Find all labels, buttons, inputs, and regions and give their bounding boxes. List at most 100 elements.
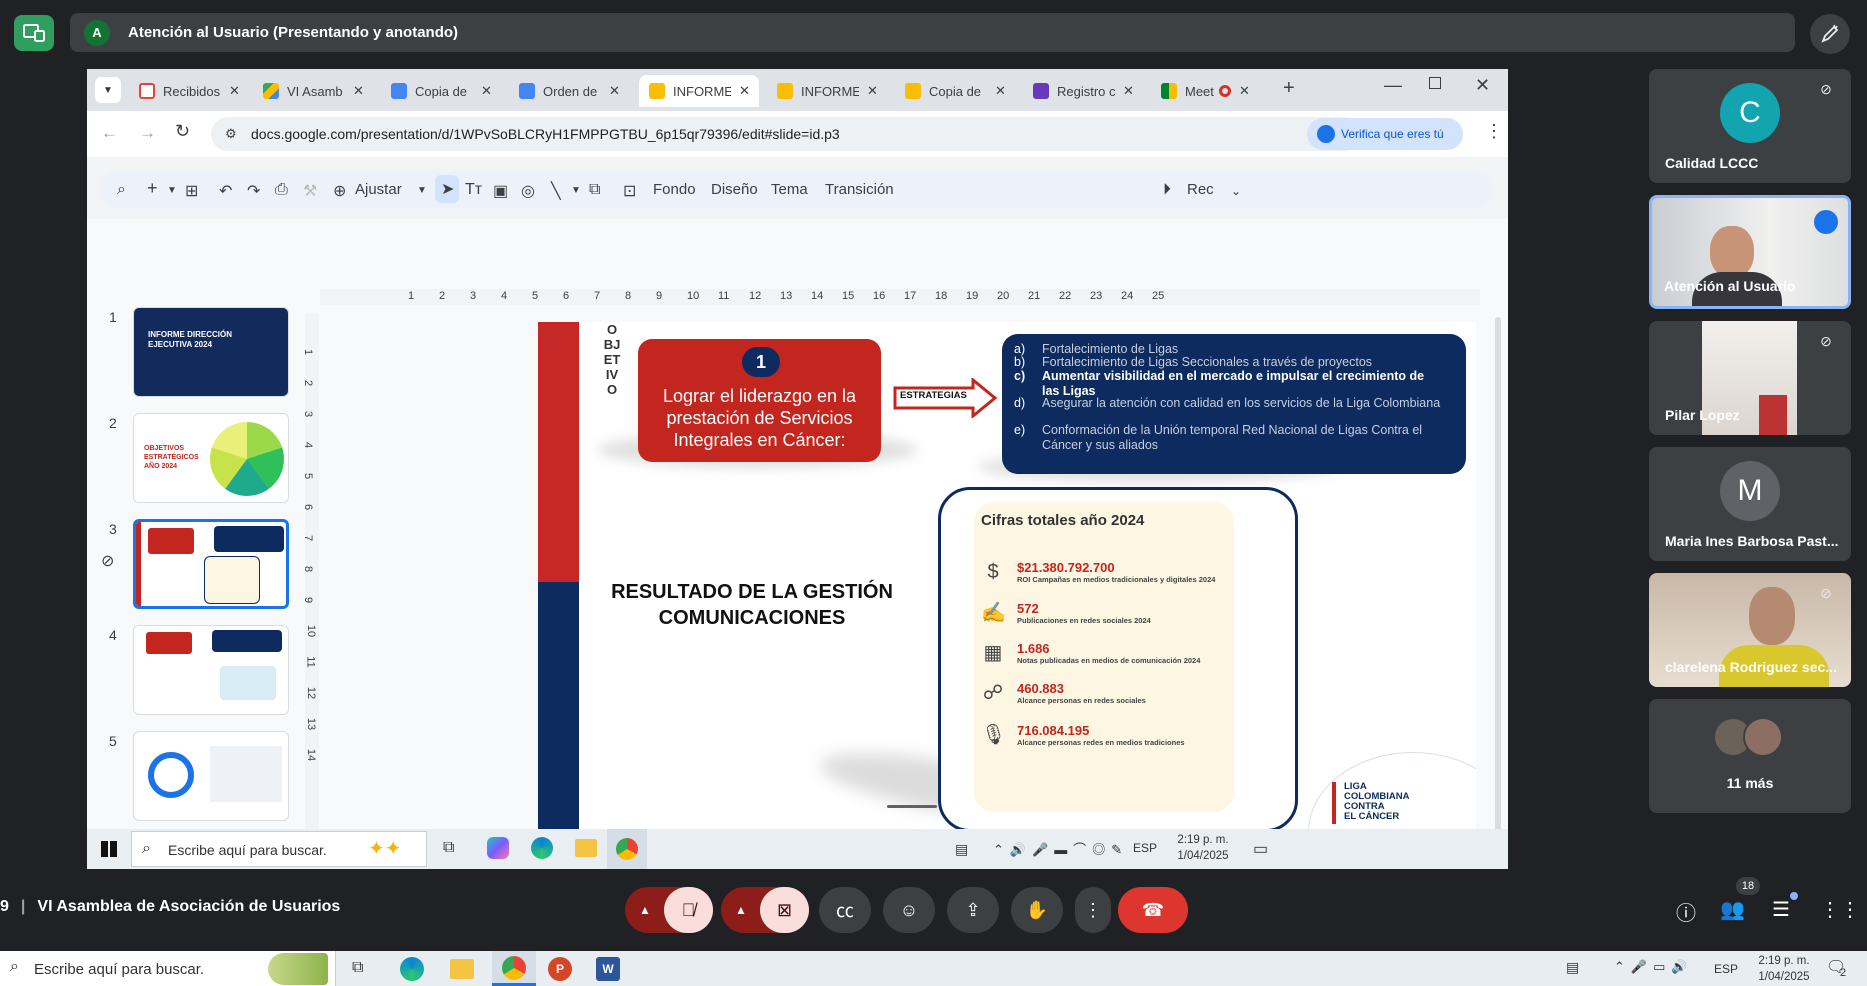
edge-icon[interactable]: [400, 957, 424, 981]
tab-informe[interactable]: INFORME ✕: [767, 75, 895, 107]
mic-control[interactable]: ▲ 🎙̸: [625, 887, 713, 933]
raise-hand-button[interactable]: ✋: [1011, 887, 1063, 933]
participant-tile-atencion[interactable]: Atención al Usuario: [1649, 195, 1851, 309]
tab-gmail[interactable]: Recibidos ✕: [129, 75, 253, 107]
slide-thumbnail-3[interactable]: [133, 519, 289, 609]
tab-search-button[interactable]: ▼: [95, 77, 121, 103]
image-icon[interactable]: ▣: [493, 181, 508, 201]
more-options-button[interactable]: ⋮: [1075, 887, 1111, 933]
close-icon[interactable]: ✕: [229, 83, 240, 99]
activities-icon[interactable]: ⋮⋮: [1820, 897, 1860, 922]
participant-tile-pilar[interactable]: ⊘ Pilar Lopez: [1649, 321, 1851, 435]
design-button[interactable]: Diseño: [711, 181, 758, 198]
slide-3[interactable]: O BJ ET IV O 1 Lograr el liderazgo en la…: [538, 322, 1476, 854]
windows-start-icon[interactable]: [101, 841, 117, 857]
slide-thumbnail-5[interactable]: [133, 731, 289, 821]
background-button[interactable]: Fondo: [653, 181, 696, 198]
task-view-icon[interactable]: ⧉: [443, 839, 454, 857]
slide-thumbnail-4[interactable]: [133, 625, 289, 715]
minimize-button[interactable]: —: [1384, 75, 1402, 96]
record-icon[interactable]: ⏵: [1163, 181, 1171, 199]
zoom-select[interactable]: Ajustar: [355, 181, 402, 198]
forward-icon[interactable]: →: [139, 123, 156, 143]
task-view-icon[interactable]: ⧉: [352, 959, 363, 977]
slide-thumbnail-2[interactable]: OBJETIVOS ESTRATÉGICOS AÑO 2024: [133, 413, 289, 503]
record-button[interactable]: Rec: [1187, 181, 1214, 198]
info-icon[interactable]: ⓘ: [1676, 897, 1696, 926]
file-explorer-icon[interactable]: [575, 839, 597, 857]
close-icon[interactable]: ✕: [1123, 83, 1134, 99]
vertical-scrollbar[interactable]: [1495, 317, 1501, 865]
close-window-button[interactable]: ✕: [1475, 75, 1490, 96]
search-icon[interactable]: ⌕: [117, 181, 126, 199]
line-icon[interactable]: ╲: [551, 181, 561, 201]
address-bar[interactable]: ⚙ docs.google.com/presentation/d/1WPvSoB…: [211, 117, 1361, 151]
new-tab-button[interactable]: +: [1283, 77, 1295, 100]
taskbar-clock[interactable]: 2:19 p. m. 1/04/2025: [1167, 832, 1239, 864]
chevron-up-icon[interactable]: ▲: [735, 903, 747, 917]
word-icon[interactable]: W: [596, 957, 620, 981]
participant-tile-calidad[interactable]: C ⊘ Calidad LCCC: [1649, 69, 1851, 183]
back-icon[interactable]: ←: [101, 123, 118, 143]
speaker-notes-handle[interactable]: [887, 805, 937, 808]
tab-meet[interactable]: Meet ✕: [1151, 75, 1271, 107]
os-language[interactable]: ESP: [1714, 962, 1738, 976]
select-tool-button[interactable]: ➤: [435, 175, 459, 203]
taskbar-search-box[interactable]: ⌕ Escribe aquí para buscar. ✦✦: [131, 831, 427, 867]
verify-identity-button[interactable]: Verifica que eres tú: [1307, 118, 1463, 150]
people-icon[interactable]: 👥: [1720, 897, 1745, 922]
os-search-box[interactable]: ⌕ Escribe aquí para buscar.: [0, 951, 336, 986]
tab-drive[interactable]: VI Asamb ✕: [253, 75, 381, 107]
participant-tile-clarelena[interactable]: ⊘ clarelena Rodriguez sec...: [1649, 573, 1851, 687]
edge-icon[interactable]: [531, 837, 553, 859]
powerpoint-icon[interactable]: P: [548, 957, 572, 981]
tab-informe-active[interactable]: INFORME ✕: [639, 75, 759, 107]
news-icon[interactable]: ▤: [955, 841, 968, 858]
tab-slides-copy[interactable]: Copia de ✕: [895, 75, 1023, 107]
participant-tile-maria[interactable]: M Maria Ines Barbosa Past...: [1649, 447, 1851, 561]
tab-docs-order[interactable]: Orden de ✕: [509, 75, 637, 107]
file-explorer-icon[interactable]: [450, 959, 474, 979]
insert-icon[interactable]: ⊞: [185, 181, 198, 201]
present-button[interactable]: ⇪: [947, 887, 999, 933]
site-info-icon[interactable]: ⚙: [225, 126, 237, 142]
chat-icon[interactable]: ☰: [1772, 897, 1790, 922]
emoji-button[interactable]: ☺: [883, 887, 935, 933]
text-box-icon[interactable]: Tт: [465, 181, 482, 199]
undo-icon[interactable]: ↶: [219, 181, 232, 201]
close-icon[interactable]: ✕: [867, 83, 878, 99]
taskbar-language[interactable]: ESP: [1133, 841, 1157, 855]
chevron-down-icon[interactable]: ▼: [167, 185, 177, 196]
close-icon[interactable]: ✕: [353, 83, 364, 99]
slide-thumbnail-1[interactable]: INFORME DIRECCIÓN EJECUTIVA 2024: [133, 307, 289, 397]
camera-off-icon[interactable]: ⊠: [760, 887, 809, 933]
transform-icon[interactable]: ⧉: [589, 181, 600, 199]
annotate-button[interactable]: [1810, 14, 1850, 54]
close-icon[interactable]: ✕: [739, 83, 750, 99]
system-tray-icons[interactable]: ⌃🔊🎤▬⌒◎✎: [993, 839, 1128, 858]
tab-forms[interactable]: Registro c ✕: [1023, 75, 1151, 107]
chevron-down-icon[interactable]: ▼: [417, 185, 427, 196]
notification-icon[interactable]: ▭: [1253, 839, 1268, 859]
comment-icon[interactable]: ⊡: [623, 181, 636, 201]
captions-button[interactable]: ㏄: [819, 887, 871, 933]
menu-dots-icon[interactable]: ⋮: [1485, 121, 1503, 142]
tab-docs-copy[interactable]: Copia de ✕: [381, 75, 509, 107]
chevron-up-icon[interactable]: ▲: [639, 903, 651, 917]
close-icon[interactable]: ✕: [995, 83, 1006, 99]
redo-icon[interactable]: ↷: [247, 181, 260, 201]
camera-control[interactable]: ▲ ⊠: [721, 887, 809, 933]
close-icon[interactable]: ✕: [481, 83, 492, 99]
copilot-icon[interactable]: [487, 837, 509, 859]
chevron-up-icon[interactable]: ⌄: [1231, 184, 1241, 198]
transition-button[interactable]: Transición: [825, 181, 894, 198]
theme-button[interactable]: Tema: [771, 181, 808, 198]
taskbar-chrome-active[interactable]: [607, 829, 647, 869]
paint-format-icon[interactable]: ⚒: [303, 181, 317, 201]
close-icon[interactable]: ✕: [609, 83, 620, 99]
layout-button[interactable]: [14, 15, 54, 51]
more-participants-tile[interactable]: 11 más: [1649, 699, 1851, 813]
system-tray-icons[interactable]: ⌃🎤▭🔊: [1614, 959, 1694, 975]
new-slide-icon[interactable]: +: [147, 178, 158, 199]
reload-icon[interactable]: ↻: [175, 121, 190, 142]
